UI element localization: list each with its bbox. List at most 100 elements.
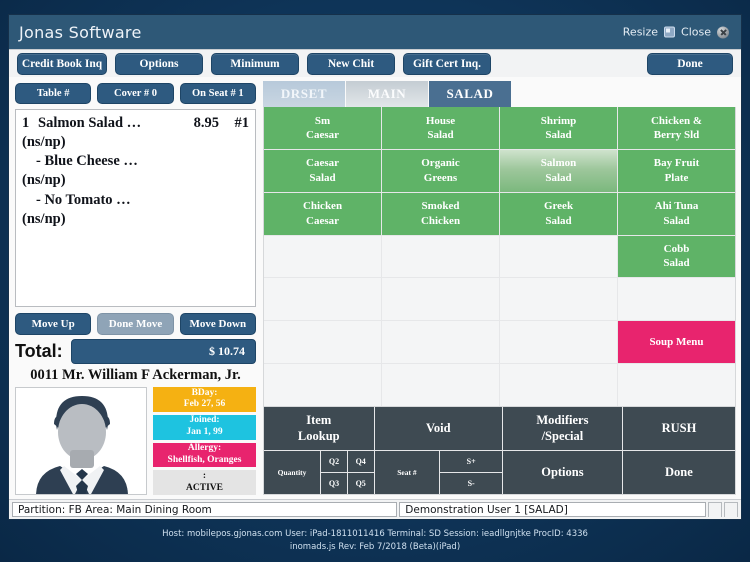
badge-joined-value: Jan 1, 99	[186, 427, 223, 438]
order-item-seat: #1	[234, 115, 250, 131]
modifiers-special-button[interactable]: Modifiers/Special	[502, 407, 622, 450]
done-button-bottom[interactable]: Done	[622, 451, 735, 494]
order-item-price: 8.95	[193, 115, 219, 131]
badge-allergy-title: Allergy:	[187, 443, 222, 453]
quantity-q5-button[interactable]: Q5	[347, 473, 374, 494]
action-row-bottom: Quantity Q2 Q4 Q3 Q5 Seat # S+ S- Option…	[264, 451, 735, 494]
on-seat-button[interactable]: On Seat # 1	[179, 83, 256, 104]
order-item-list[interactable]: 1 Salmon Salad … 8.95 #1 (ns/np) - Blue …	[15, 109, 256, 307]
menu-item-button[interactable]: Greek Salad	[500, 192, 617, 235]
move-up-button[interactable]: Move Up	[15, 313, 92, 335]
menu-item-button[interactable]: Organic Greens	[382, 149, 499, 192]
move-down-button[interactable]: Move Down	[179, 313, 256, 335]
order-sub-line: (ns/np)	[22, 210, 66, 227]
order-sub-line: (ns/np)	[22, 134, 66, 151]
quantity-shortcut-grid: Q2 Q4 Q3 Q5	[321, 451, 374, 494]
menu-item-button[interactable]: Chicken & Berry Sld	[618, 107, 735, 149]
app-root: Jonas Software Resize Close Credit Book …	[0, 0, 750, 562]
menu-empty-cell	[500, 364, 617, 406]
menu-item-button[interactable]: House Salad	[382, 107, 499, 149]
quantity-q4-button[interactable]: Q4	[347, 451, 374, 472]
gift-cert-inq-button[interactable]: Gift Cert Inq.	[403, 52, 491, 75]
order-item-name: Salmon Salad …	[38, 115, 142, 131]
seat-decrement-button[interactable]: S-	[440, 473, 502, 494]
options-button-bottom[interactable]: Options	[502, 451, 622, 494]
badge-status: : ACTIVE	[153, 470, 256, 495]
quantity-button[interactable]: Quantity	[264, 451, 321, 494]
status-partition: Partition: FB Area: Main Dining Room	[12, 502, 398, 517]
menu-item-button[interactable]: Sm Caesar	[264, 107, 381, 149]
title-bar: Jonas Software Resize Close	[9, 15, 741, 49]
menu-item-button[interactable]: Cobb Salad	[618, 235, 735, 278]
badge-joined-title: Joined:	[189, 415, 220, 426]
options-button[interactable]: Options	[115, 52, 203, 75]
menu-empty-cell	[264, 235, 381, 278]
badge-allergy: Allergy: Shellfish, Oranges	[153, 442, 256, 468]
action-row-top: Item Lookup Void Modifiers/Special RUSH	[264, 407, 735, 450]
badge-birthday-title: BDay:	[191, 387, 218, 398]
menu-item-button[interactable]: Shrimp Salad	[500, 107, 617, 149]
menu-empty-cell	[618, 278, 735, 321]
main-toolbar: Credit Book Inq Options Minimum New Chit…	[9, 49, 741, 77]
badge-joined: Joined: Jan 1, 99	[153, 414, 256, 440]
item-lookup-button[interactable]: Item Lookup	[264, 407, 374, 450]
quantity-q2-button[interactable]: Q2	[321, 451, 347, 472]
new-chit-button[interactable]: New Chit	[307, 52, 395, 75]
menu-item-button[interactable]: Chicken Caesar	[264, 192, 381, 235]
menu-item-button[interactable]: Smoked Chicken	[382, 192, 499, 235]
status-box-2[interactable]	[724, 502, 738, 517]
total-value[interactable]: $ 10.74	[70, 339, 256, 364]
resize-label[interactable]: Resize	[623, 26, 658, 39]
quantity-q3-button[interactable]: Q3	[321, 473, 347, 494]
menu-item-button[interactable]: Ahi Tuna Salad	[618, 192, 735, 235]
menu-item-button[interactable]: Salmon Salad	[500, 149, 617, 192]
menu-item-button[interactable]: Caesar Salad	[264, 149, 381, 192]
tab-main[interactable]: MAIN	[346, 81, 428, 107]
close-label[interactable]: Close	[681, 26, 711, 39]
table-number-button[interactable]: Table #	[15, 83, 92, 104]
app-title: Jonas Software	[19, 22, 142, 42]
menu-empty-cell	[500, 278, 617, 321]
order-line-item[interactable]: 1 Salmon Salad … 8.95 #1	[22, 114, 249, 133]
resize-icon[interactable]	[664, 26, 676, 38]
status-box-1[interactable]	[708, 502, 722, 517]
done-move-button[interactable]: Done Move	[97, 313, 174, 335]
avatar	[15, 387, 147, 495]
minimum-button[interactable]: Minimum	[211, 52, 299, 75]
rush-button[interactable]: RUSH	[622, 407, 735, 450]
menu-empty-cell	[618, 364, 735, 406]
badge-status-value: ACTIVE	[186, 482, 223, 493]
tab-salad[interactable]: SALAD	[429, 81, 511, 107]
menu-item-button[interactable]: Bay Fruit Plate	[618, 149, 735, 192]
footer-info: Host: mobilepos.gjonas.com User: iPad-18…	[0, 528, 750, 554]
window-body: Table # Cover # 0 On Seat # 1 1 Salmon S…	[9, 77, 741, 499]
menu-item-button[interactable]: Soup Menu	[618, 321, 735, 364]
badge-allergy-value: Shellfish, Oranges	[167, 454, 242, 465]
status-user: Demonstration User 1 [SALAD]	[399, 502, 706, 517]
order-sub-line: (ns/np)	[22, 172, 66, 189]
menu-empty-cell	[264, 278, 381, 321]
badge-birthday-value: Feb 27, 56	[183, 399, 226, 410]
close-icon[interactable]	[717, 26, 729, 38]
quantity-group: Quantity Q2 Q4 Q3 Q5	[264, 451, 374, 494]
customer-name: 0011 Mr. William F Ackerman, Jr.	[30, 367, 241, 383]
void-button[interactable]: Void	[374, 407, 502, 450]
action-button-grid: Item Lookup Void Modifiers/Special RUSH Q…	[263, 407, 736, 495]
order-sub-line: - Blue Cheese …	[36, 153, 138, 170]
cover-number-button[interactable]: Cover # 0	[97, 83, 174, 104]
seat-button-row: Table # Cover # 0 On Seat # 1	[15, 83, 256, 104]
menu-empty-cell	[500, 235, 617, 278]
credit-book-inq-button[interactable]: Credit Book Inq	[17, 52, 107, 75]
order-item-qty: 1	[22, 115, 30, 131]
customer-card: BDay: Feb 27, 56 Joined: Jan 1, 99 Aller…	[15, 387, 256, 495]
window-controls: Resize Close	[623, 26, 729, 39]
total-row: Total: $ 10.74	[15, 339, 256, 364]
seat-increment-button[interactable]: S+	[440, 451, 502, 472]
menu-panel: DRSET MAIN SALAD Sm Caesar House Salad Shrim…	[261, 77, 741, 499]
footer-line-2: inomads.js Rev: Feb 7/2018 (Beta)(iPad)	[289, 541, 461, 552]
customer-badges: BDay: Feb 27, 56 Joined: Jan 1, 99 Aller…	[153, 387, 256, 495]
toolbar-done-button[interactable]: Done	[647, 52, 733, 75]
seat-group: Seat # S+ S-	[374, 451, 502, 494]
tab-drset[interactable]: DRSET	[263, 81, 345, 107]
seat-number-button[interactable]: Seat #	[374, 451, 440, 494]
